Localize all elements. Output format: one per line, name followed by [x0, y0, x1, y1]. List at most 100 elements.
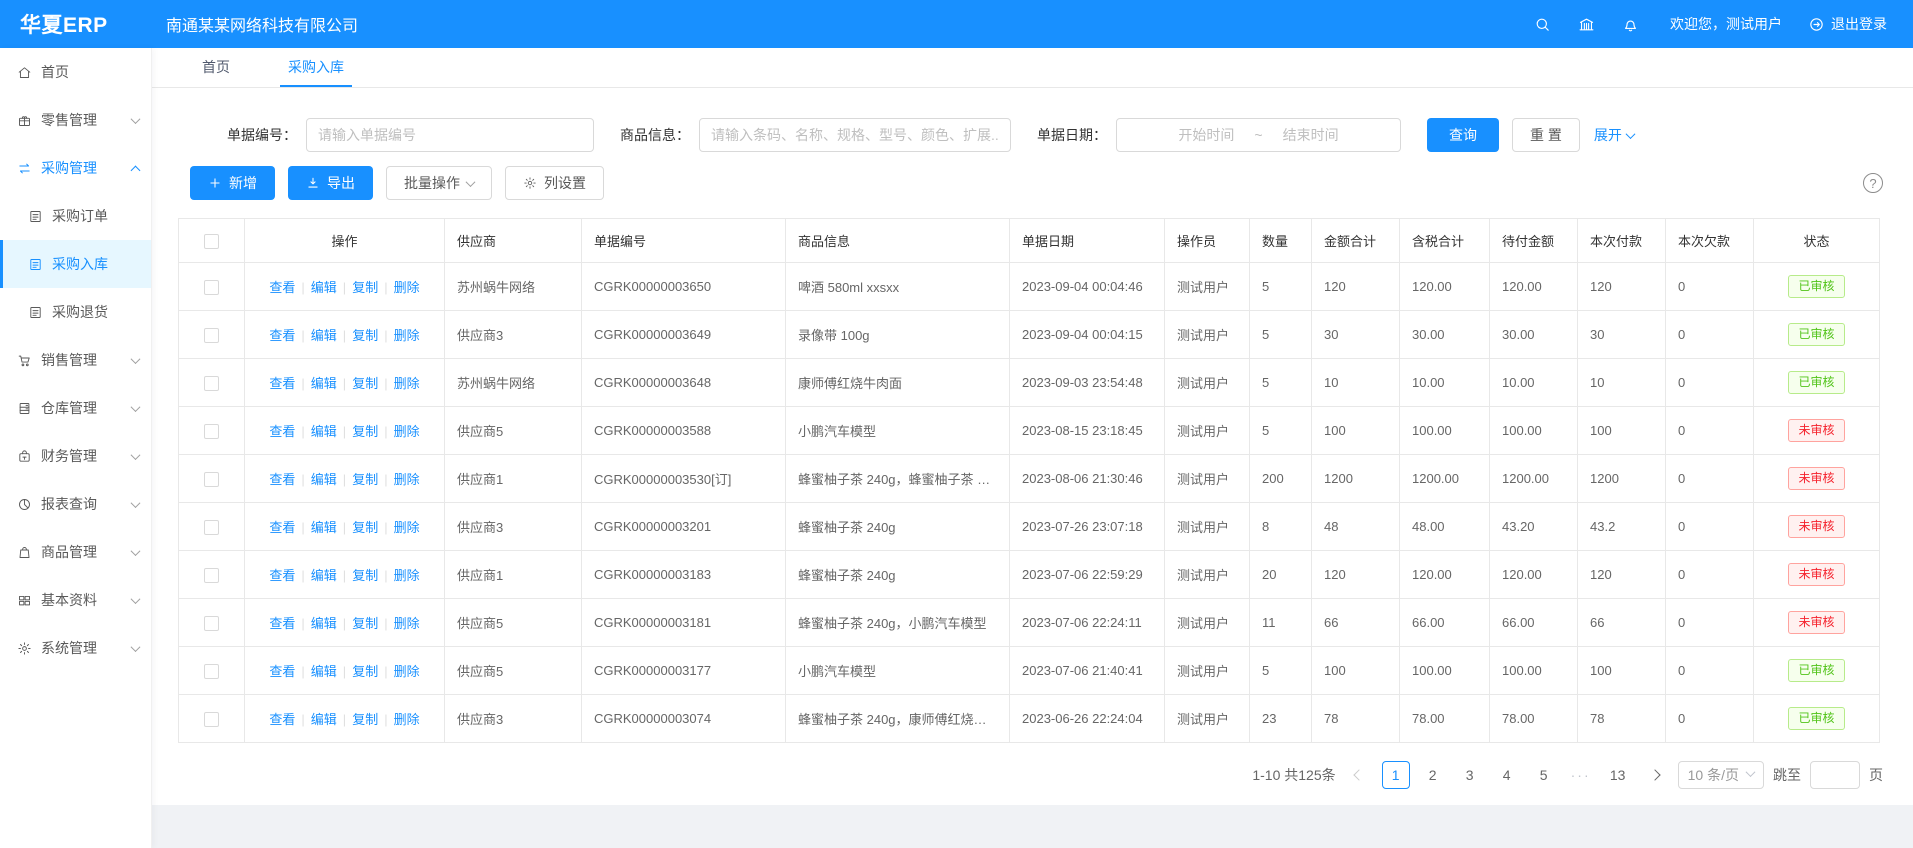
- delete-link[interactable]: 删除: [394, 664, 420, 679]
- sidebar-item-basic[interactable]: 基本资料: [0, 576, 151, 624]
- view-link[interactable]: 查看: [269, 520, 295, 535]
- copy-link[interactable]: 复制: [352, 328, 378, 343]
- sidebar-item-goods[interactable]: 商品管理: [0, 528, 151, 576]
- copy-link[interactable]: 复制: [352, 712, 378, 727]
- row-checkbox[interactable]: [204, 664, 219, 679]
- jump-page-input[interactable]: [1810, 761, 1860, 789]
- delete-link[interactable]: 删除: [394, 520, 420, 535]
- edit-link[interactable]: 编辑: [311, 280, 337, 295]
- sidebar-item-warehouse[interactable]: 仓库管理: [0, 384, 151, 432]
- pagination-page-2[interactable]: 2: [1419, 761, 1447, 789]
- row-checkbox[interactable]: [204, 376, 219, 391]
- view-link[interactable]: 查看: [269, 328, 295, 343]
- view-link[interactable]: 查看: [269, 376, 295, 391]
- sidebar-item-purchase-inbound[interactable]: 采购入库: [0, 240, 151, 288]
- next-page-arrow[interactable]: [1641, 761, 1669, 789]
- copy-link[interactable]: 复制: [352, 376, 378, 391]
- qty-cell: 23: [1250, 695, 1312, 743]
- content-area: 首页 采购入库 单据编号： 商品信息： 单据日期：: [152, 48, 1913, 848]
- copy-link[interactable]: 复制: [352, 424, 378, 439]
- edit-link[interactable]: 编辑: [311, 424, 337, 439]
- column-settings-button[interactable]: 列设置: [505, 166, 604, 200]
- edit-link[interactable]: 编辑: [311, 664, 337, 679]
- view-link[interactable]: 查看: [269, 664, 295, 679]
- copy-link[interactable]: 复制: [352, 664, 378, 679]
- batch-actions-button[interactable]: 批量操作: [386, 166, 492, 200]
- row-checkbox[interactable]: [204, 568, 219, 583]
- company-name: 南通某某网络科技有限公司: [166, 12, 358, 36]
- row-checkbox[interactable]: [204, 520, 219, 535]
- delete-link[interactable]: 删除: [394, 424, 420, 439]
- logout-button[interactable]: 退出登录: [1808, 14, 1887, 34]
- view-link[interactable]: 查看: [269, 424, 295, 439]
- delete-link[interactable]: 删除: [394, 568, 420, 583]
- copy-link[interactable]: 复制: [352, 520, 378, 535]
- qty-cell: 8: [1250, 503, 1312, 551]
- search-icon[interactable]: [1520, 16, 1564, 33]
- col-operator: 操作员: [1165, 219, 1250, 263]
- edit-link[interactable]: 编辑: [311, 376, 337, 391]
- product-input[interactable]: [699, 118, 1011, 152]
- sidebar-item-purchase-order[interactable]: 采购订单: [0, 192, 151, 240]
- view-link[interactable]: 查看: [269, 616, 295, 631]
- sidebar-item-sales[interactable]: 销售管理: [0, 336, 151, 384]
- copy-link[interactable]: 复制: [352, 616, 378, 631]
- pagination-page-13[interactable]: 13: [1604, 761, 1632, 789]
- delete-link[interactable]: 删除: [394, 472, 420, 487]
- sidebar-item-system[interactable]: 系统管理: [0, 624, 151, 672]
- reset-button[interactable]: 重 置: [1512, 118, 1580, 152]
- copy-link[interactable]: 复制: [352, 568, 378, 583]
- page-size-select[interactable]: 10 条/页: [1678, 761, 1764, 789]
- prev-page-arrow[interactable]: [1345, 761, 1373, 789]
- delete-link[interactable]: 删除: [394, 712, 420, 727]
- tab-home[interactable]: 首页: [194, 48, 238, 87]
- row-checkbox[interactable]: [204, 712, 219, 727]
- row-checkbox[interactable]: [204, 472, 219, 487]
- copy-link[interactable]: 复制: [352, 280, 378, 295]
- expand-link[interactable]: 展开: [1594, 125, 1634, 145]
- delete-link[interactable]: 删除: [394, 376, 420, 391]
- select-all-checkbox[interactable]: [204, 234, 219, 249]
- export-button[interactable]: 导出: [288, 166, 373, 200]
- view-link[interactable]: 查看: [269, 280, 295, 295]
- sidebar-item-finance[interactable]: 财务管理: [0, 432, 151, 480]
- delete-link[interactable]: 删除: [394, 280, 420, 295]
- edit-link[interactable]: 编辑: [311, 568, 337, 583]
- bill-no-input[interactable]: [306, 118, 594, 152]
- date-range-picker[interactable]: 开始时间 ~ 结束时间: [1116, 118, 1401, 152]
- sidebar-item-purchase[interactable]: 采购管理: [0, 144, 151, 192]
- view-link[interactable]: 查看: [269, 712, 295, 727]
- row-checkbox[interactable]: [204, 616, 219, 631]
- sidebar-item-report[interactable]: 报表查询: [0, 480, 151, 528]
- view-link[interactable]: 查看: [269, 568, 295, 583]
- row-checkbox[interactable]: [204, 424, 219, 439]
- edit-link[interactable]: 编辑: [311, 328, 337, 343]
- delete-link[interactable]: 删除: [394, 328, 420, 343]
- purchase-inbound-panel: 单据编号： 商品信息： 单据日期： 开始时间 ~ 结束时间: [152, 88, 1913, 805]
- notification-bell-icon[interactable]: [1608, 16, 1652, 33]
- search-button[interactable]: 查询: [1427, 118, 1499, 152]
- pagination-page-1[interactable]: 1: [1382, 761, 1410, 789]
- edit-link[interactable]: 编辑: [311, 520, 337, 535]
- copy-link[interactable]: 复制: [352, 472, 378, 487]
- edit-link[interactable]: 编辑: [311, 616, 337, 631]
- add-button[interactable]: 新增: [190, 166, 275, 200]
- row-checkbox[interactable]: [204, 280, 219, 295]
- sidebar-item-purchase-return[interactable]: 采购退货: [0, 288, 151, 336]
- row-checkbox[interactable]: [204, 328, 219, 343]
- edit-link[interactable]: 编辑: [311, 712, 337, 727]
- sidebar-item-retail[interactable]: 零售管理: [0, 96, 151, 144]
- pagination-page-5[interactable]: 5: [1530, 761, 1558, 789]
- tab-purchase-inbound[interactable]: 采购入库: [280, 48, 352, 87]
- table-row: 查看编辑复制删除 供应商1 CGRK00000003183 蜂蜜柚子茶 240g…: [179, 551, 1880, 599]
- pagination-page-4[interactable]: 4: [1493, 761, 1521, 789]
- help-icon[interactable]: ?: [1863, 173, 1883, 193]
- pagination-page-3[interactable]: 3: [1456, 761, 1484, 789]
- view-link[interactable]: 查看: [269, 472, 295, 487]
- sidebar-item-home[interactable]: 首页: [0, 48, 151, 96]
- delete-link[interactable]: 删除: [394, 616, 420, 631]
- platform-icon[interactable]: [1564, 16, 1608, 33]
- row-actions: 查看 编辑复制 删除: [245, 455, 445, 503]
- amount-cell: 10: [1312, 359, 1400, 407]
- edit-link[interactable]: 编辑: [311, 472, 337, 487]
